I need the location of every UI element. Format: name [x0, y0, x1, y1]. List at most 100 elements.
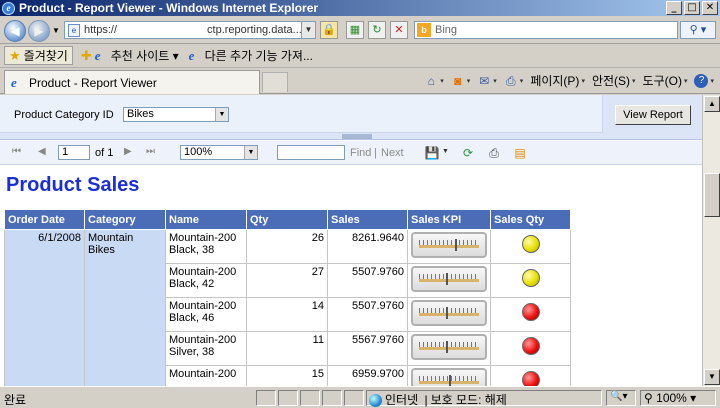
status-indicator-icon: [521, 337, 540, 355]
vertical-scrollbar[interactable]: ▲ ▼: [702, 95, 720, 386]
suggested-sites-link[interactable]: ✚ e 추천 사이트 ▾: [81, 47, 179, 64]
column-header[interactable]: Sales KPI: [407, 209, 491, 230]
lock-icon[interactable]: 🔒: [320, 21, 338, 39]
page-menu-label: 페이지(P): [530, 74, 580, 88]
get-addons-link[interactable]: e 다른 추가 기능 가져...: [189, 47, 313, 64]
mail-button[interactable]: ✉ ▾: [477, 74, 497, 88]
gauge-needle: [446, 307, 448, 319]
column-header[interactable]: Category: [84, 209, 166, 230]
zoom-select[interactable]: 100% ▼: [180, 145, 258, 160]
mail-icon: ✉: [479, 73, 490, 88]
category-param-label: Product Category ID: [14, 109, 114, 121]
feeds-button[interactable]: ◙ ▾: [451, 74, 470, 88]
column-header[interactable]: Qty: [246, 209, 328, 230]
refresh-icon[interactable]: ↻: [368, 21, 386, 39]
tools-menu[interactable]: 도구(O) ▾: [643, 72, 688, 89]
status-zoom-button[interactable]: ⚲ 100% ▾: [640, 390, 716, 406]
protected-mode-label: 보호 모드: 해제: [430, 393, 507, 407]
sales-table: Order Date Category Name Qty Sales Sales…: [4, 209, 571, 386]
column-header[interactable]: Name: [165, 209, 247, 230]
sales-cell: 5507.9760: [327, 263, 408, 298]
print-button[interactable]: ⎙ ▾: [504, 73, 523, 88]
qty-cell: 11: [246, 331, 328, 366]
search-placeholder: Bing: [435, 24, 458, 36]
sales-kpi-gauge: [411, 266, 487, 292]
compatibility-icon[interactable]: ▦: [346, 21, 364, 39]
page-menu[interactable]: 페이지(P) ▾: [530, 72, 585, 89]
help-icon: ?: [694, 73, 709, 88]
export-dropdown-icon[interactable]: ▼: [442, 148, 449, 155]
status-indicator-icon: [521, 235, 540, 253]
search-field[interactable]: b Bing: [414, 21, 678, 39]
gauge-needle: [446, 273, 448, 285]
page-number-input[interactable]: 1: [58, 145, 90, 160]
column-header[interactable]: Sales: [327, 209, 408, 230]
forward-button[interactable]: ▶: [28, 20, 50, 42]
sales-kpi-gauge: [411, 368, 487, 386]
search-button[interactable]: ⚲ ▾: [680, 21, 716, 39]
status-indicator-icon: [521, 269, 540, 287]
close-button[interactable]: ✕: [702, 1, 718, 15]
status-pane: [278, 390, 298, 406]
new-tab-button[interactable]: [262, 72, 288, 92]
print-report-icon[interactable]: ⎙: [486, 145, 502, 161]
refresh-report-icon[interactable]: ⟳: [460, 145, 476, 161]
name-cell: Mountain-200 Silver, 38: [165, 331, 247, 366]
previous-page-icon[interactable]: ◀: [38, 146, 46, 157]
ie-logo-icon: e: [2, 1, 15, 15]
first-page-icon[interactable]: ⏮: [12, 146, 21, 157]
sales-cell: 5567.9760: [327, 331, 408, 366]
ie-icon: e: [188, 48, 195, 63]
tab-label: Product - Report Viewer: [29, 75, 157, 90]
data-feed-icon[interactable]: ▤: [512, 145, 528, 161]
table-row: 6/1/2008 Mountain Bikes Mountain-200 Bla…: [4, 229, 571, 386]
get-addons-label: 다른 추가 기능 가져...: [204, 49, 313, 63]
ie-icon: e: [94, 48, 101, 63]
last-page-icon[interactable]: ⏭: [146, 146, 155, 157]
qty-cell: 14: [246, 297, 328, 332]
kpi-cell: [407, 263, 491, 298]
status-bar: 완료 인터넷 | 보호 모드: 해제 🔍▾ ⚲ 100% ▾: [0, 386, 720, 408]
column-header[interactable]: Sales Qty: [490, 209, 571, 230]
view-report-button[interactable]: View Report: [615, 105, 691, 125]
maximize-button[interactable]: □: [684, 1, 700, 15]
history-dropdown-icon[interactable]: ▼: [52, 26, 60, 35]
export-icon[interactable]: 💾: [424, 145, 440, 161]
find-link[interactable]: Find: [350, 147, 371, 159]
tab-report-viewer[interactable]: e Product - Report Viewer: [4, 70, 260, 94]
sales-kpi-gauge: [411, 300, 487, 326]
suggested-sites-label: 추천 사이트 ▾: [110, 49, 179, 63]
minimize-button[interactable]: _: [666, 1, 682, 15]
name-cell: Mountain-200 Black, 46: [165, 297, 247, 332]
name-cell: Mountain-200 Black, 42: [165, 263, 247, 298]
collapse-grip-icon[interactable]: [342, 134, 372, 139]
printer-icon: ⎙: [505, 73, 516, 88]
scroll-down-icon[interactable]: ▼: [704, 369, 720, 385]
ie-icon: e: [11, 75, 17, 90]
zoom-settings-button[interactable]: 🔍▾: [606, 390, 636, 406]
parameter-splitter[interactable]: [0, 133, 702, 140]
stop-icon[interactable]: ✕: [390, 21, 408, 39]
find-input[interactable]: [277, 145, 345, 160]
column-header[interactable]: Order Date: [4, 209, 85, 230]
url-dropdown-icon[interactable]: ▼: [301, 22, 315, 38]
favorites-button[interactable]: ★ 즐겨찾기: [4, 46, 73, 65]
command-bar: ⌂ ▾ ◙ ▾ ✉ ▾ ⎙ ▾ 페이지(P) ▾ 안전(S) ▾ 도구(O) ▾ ? ▾: [424, 72, 714, 89]
gauge-needle: [455, 239, 457, 251]
back-button[interactable]: ◀: [4, 20, 26, 42]
home-button[interactable]: ⌂ ▾: [424, 74, 444, 88]
help-button[interactable]: ? ▾: [694, 73, 714, 88]
url-field[interactable]: e https://ctp.reporting.data... ▼: [64, 21, 316, 39]
find-next-link[interactable]: Next: [381, 147, 404, 159]
next-page-icon[interactable]: ▶: [124, 146, 132, 157]
status-pane: [300, 390, 320, 406]
status-pane: [344, 390, 364, 406]
order-date-cell: 6/1/2008: [4, 229, 85, 386]
security-zone[interactable]: 인터넷 | 보호 모드: 해제: [366, 390, 602, 408]
safety-menu[interactable]: 안전(S) ▾: [592, 72, 636, 89]
category-select[interactable]: Bikes ▼: [123, 107, 229, 122]
status-cell: [490, 331, 571, 366]
report-title: Product Sales: [6, 174, 140, 196]
scroll-thumb[interactable]: [704, 173, 720, 217]
scroll-up-icon[interactable]: ▲: [704, 96, 720, 112]
